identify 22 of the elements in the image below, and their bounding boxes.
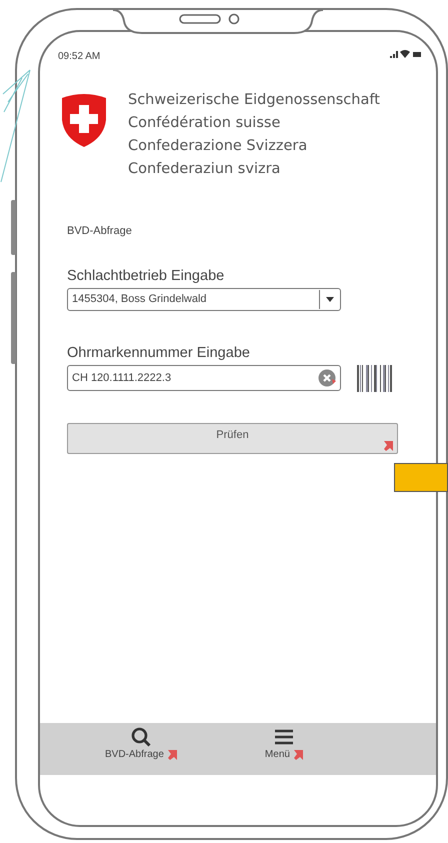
sticky-note: [394, 463, 448, 492]
header-line: Confederaziun svizra: [128, 160, 282, 179]
text-field[interactable]: CH 120.1111.2222.3: [67, 365, 341, 391]
select-field[interactable]: 1455304, Boss Grindelwald: [67, 288, 341, 310]
nav-tab[interactable]: Menü: [264, 723, 303, 775]
swiss-shield-icon: [60, 92, 108, 148]
field-label: Ohrmarkennummer Eingabe: [67, 344, 250, 362]
select-value: 1455304, Boss Grindelwald: [72, 292, 207, 307]
menu-icon: [274, 727, 294, 747]
search-icon: [130, 727, 151, 747]
nav-tab[interactable]: BVD-Abfrage: [105, 723, 177, 775]
status-time: 09:52 AM: [58, 50, 100, 64]
header-line: Confédération suisse: [128, 114, 282, 133]
field-label: Schlachtbetrieb Eingabe: [67, 266, 224, 286]
header-line: Confederazione Svizzera: [128, 137, 308, 156]
page-title: BVD-Abfrage: [67, 224, 133, 239]
caret-icon: [326, 296, 334, 302]
status-icons: [390, 49, 422, 59]
header-line: Schweizerische Eidgenossenschaft: [128, 91, 380, 110]
barcode-icon[interactable]: [357, 364, 392, 392]
check-button[interactable]: Prüfen: [67, 422, 398, 454]
clear-icon[interactable]: [318, 369, 336, 387]
